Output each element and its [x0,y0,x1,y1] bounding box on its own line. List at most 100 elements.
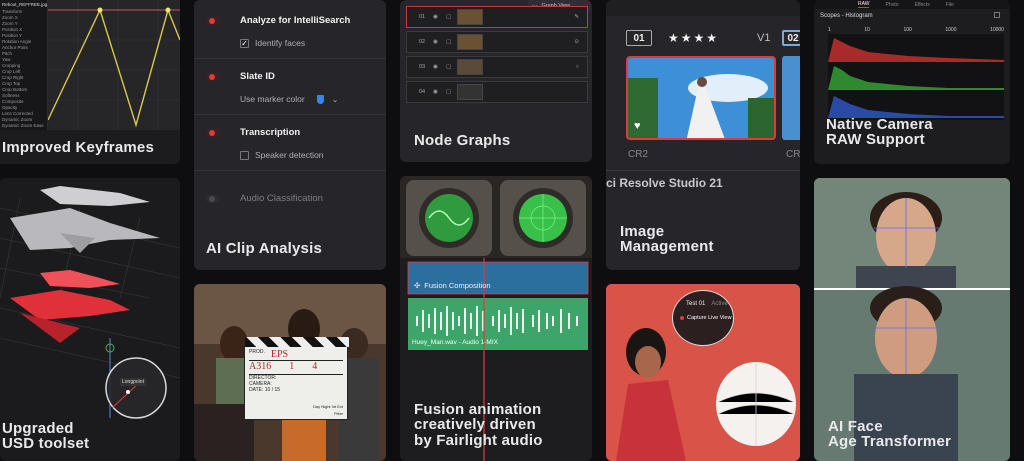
test-header: Test 01 Active [686,301,728,307]
format-b-label: CR [786,149,800,160]
node-row[interactable]: 04 ◉ ▢ [406,81,588,103]
raw-title: Native Camera RAW Support [826,117,933,148]
node-thumbnail [457,9,484,25]
keyframe-track-row[interactable]: Rotation Angle [2,39,31,44]
keyframe-track-row[interactable]: Composite [2,99,24,104]
tab-effects[interactable]: Effects [915,2,930,8]
scale-tick: 10 [864,27,870,33]
histogram-scale: 1 10 100 1000 10000 [828,27,1004,33]
sub-option-label: Use marker color [240,94,305,104]
keyframe-track-row[interactable]: Crop Right [2,75,24,80]
option-audio-classification[interactable]: Audio Classification [206,193,323,204]
marker-color-icon [316,94,324,104]
scale-tick: 100 [903,27,912,33]
keyframe-track-row[interactable]: Crop Top [2,81,20,86]
option-slate-id[interactable]: Slate ID [206,71,275,82]
sub-option-label: Speaker detection [255,150,324,160]
keyframe-track-row[interactable]: Position Y [2,33,22,38]
lock-icon[interactable]: ▢ [446,64,451,70]
scale-tick: 1 [828,27,831,33]
keyframe-track-row[interactable]: Yaw [2,57,10,62]
raw-title-line2: RAW Support [826,131,925,149]
option-label: Analyze for IntelliSearch [240,15,351,26]
slate-prod-label: PROD. [249,349,265,355]
node-number: 02 [419,39,426,45]
option-intellisearch[interactable]: Analyze for IntelliSearch [206,15,350,26]
slot-a-badge[interactable]: 01 [626,30,652,46]
scale-tick: 10000 [990,27,1004,33]
chevron-down-icon: ⌄ [331,94,339,104]
usd-viewport[interactable] [0,178,180,461]
audio-clip-label[interactable]: Huey_Man.wav - Audio 1-MIX [412,339,498,346]
toggle-switch[interactable] [206,194,220,203]
keyframe-track-row[interactable]: Position X [2,27,22,32]
image-management-title-line2: Management [620,238,714,256]
eye-icon[interactable]: ◉ [433,89,438,95]
keyframe-track-row[interactable]: Dynamic Zoom Ease [2,123,44,128]
toggle-switch[interactable] [206,72,220,81]
keyframe-track-row[interactable]: Pitch [2,51,12,56]
keyframe-track-row[interactable]: Softness [2,93,20,98]
sub-option-label: Identify faces [255,38,306,48]
scale-tick: 1000 [945,27,957,33]
star-rating[interactable]: ★★★★ [668,31,719,45]
lock-icon[interactable]: ▢ [446,14,451,20]
divider [194,58,386,59]
capture-live-view-button[interactable]: Capture Live View [680,315,732,321]
slate-director: DIRECTOR: [249,374,343,381]
slot-b-badge[interactable]: 02 [782,30,800,46]
scope-settings-icon[interactable] [994,12,1000,18]
keyframe-track-row[interactable]: Crop Left [2,69,21,74]
fusion-icon: ✣ [414,281,421,290]
resolve-banner: ci Resolve Studio 21 [606,176,723,190]
node-row[interactable]: 03 ◉ ▢ ○ [406,56,588,78]
lock-icon[interactable]: ▢ [446,89,451,95]
keyframe-track-row[interactable]: Lens Corrected [2,111,33,116]
next-image-thumbnail[interactable] [782,56,800,140]
toggle-switch[interactable] [206,16,220,25]
fusion-title-line1: Fusion animation [414,401,542,418]
usd-title-line2: USD toolset [2,435,90,453]
speaker-detection-checkbox[interactable]: Speaker detection [240,150,324,160]
keyframe-track-row[interactable]: Opacity [2,105,17,110]
keyframe-track-row[interactable]: Dynamic Zoom [2,117,32,122]
slate-prod: EPS [270,349,289,360]
tab-raw[interactable]: RAW [858,1,870,8]
usd-gizmo-label: Longpoint [120,378,146,386]
option-label: Slate ID [240,71,275,82]
keyframe-track-row[interactable]: Transform [2,9,22,14]
keyframe-track-row[interactable]: Crop Bottom [2,87,27,92]
option-transcription[interactable]: Transcription [206,127,300,138]
keyframe-track-row[interactable]: Anchor Point [2,45,28,50]
fusion-title-line3: by Fairlight audio [414,431,543,449]
tab-file[interactable]: File [946,2,954,8]
slate-take: 4 [312,361,318,372]
circle-icon[interactable]: ○ [576,64,579,70]
face-age-title: AI Face Age Transformer [828,419,951,450]
scope-title: Scopes - Histogram [820,13,873,19]
toggle-switch[interactable] [206,128,220,137]
eye-icon[interactable]: ◉ [433,14,438,20]
heart-icon[interactable]: ♥ [634,120,641,132]
selected-image-thumbnail[interactable]: ♥ [626,56,776,140]
lock-icon[interactable]: ▢ [446,39,451,45]
fusion-clip[interactable]: ✣ Fusion Composition [414,281,491,290]
keyframe-track-row[interactable]: Zoom X [2,15,18,20]
identify-faces-checkbox[interactable]: ✓ Identify faces [240,38,305,48]
eye-icon[interactable]: ◉ [433,64,438,70]
node-row[interactable]: 01 ◉ ▢ ✎ [406,6,588,28]
slate-stripes [245,337,349,347]
marker-color-select[interactable]: Use marker color ⌄ [240,94,338,104]
image-management-card: 01 ★★★★ V1 02 ♥ CR2 CR ci Resolve Studio… [606,0,800,270]
target-icon[interactable]: ⊙ [574,39,579,45]
keyframe-track-row[interactable]: Cropping [2,63,20,68]
pencil-icon[interactable]: ✎ [574,14,579,20]
keyframe-track-row[interactable]: Zoom Y [2,21,18,26]
node-row[interactable]: 02 ◉ ▢ ⊙ [406,31,588,53]
eye-icon[interactable]: ◉ [433,39,438,45]
keyframes-title: Improved Keyframes [2,139,154,156]
node-thumbnail [457,84,484,100]
tab-photo[interactable]: Photo [885,2,898,8]
keyframe-curve-graph[interactable] [47,0,180,130]
rgb-histogram [828,34,1004,120]
